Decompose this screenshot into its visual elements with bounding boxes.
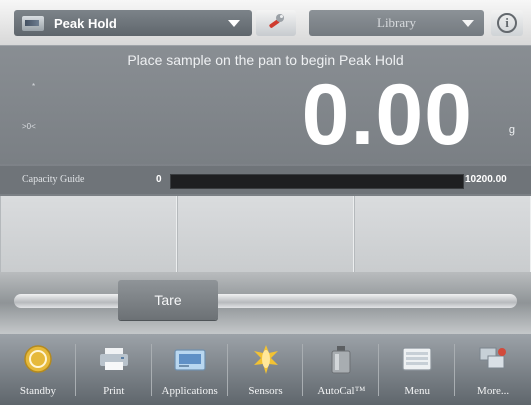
capacity-guide: Capacity Guide 0 10200.00 [0, 166, 531, 194]
application-icon [22, 15, 44, 31]
reference-fields [0, 196, 531, 272]
info-icon: i [497, 13, 517, 33]
capacity-max: 10200.00 [465, 174, 507, 185]
nav-sensors[interactable]: Sensors [228, 334, 304, 405]
capacity-bar [170, 174, 464, 189]
weight-display: Place sample on the pan to begin Peak Ho… [0, 46, 531, 164]
nav-standby-label: Standby [19, 385, 56, 397]
info-button[interactable]: i [491, 10, 523, 36]
wrench-icon [265, 12, 287, 34]
capacity-min: 0 [156, 174, 162, 185]
application-label: Peak Hold [54, 15, 117, 31]
nav-menu-label: Menu [404, 385, 431, 397]
nav-standby[interactable]: Standby [0, 334, 76, 405]
nav-more-label: More... [477, 385, 510, 397]
reference-field-2 [177, 196, 354, 272]
nav-print-label: Print [103, 385, 125, 397]
tare-button[interactable]: Tare [118, 280, 218, 320]
balance-screen: Peak Hold Library i Place sample on the … [0, 0, 531, 405]
library-label: Library [377, 15, 416, 30]
reference-field-3 [354, 196, 531, 272]
bottom-nav: Standby Print Applications Sensors AutoC… [0, 334, 531, 405]
weight-readout: 0.00 [301, 67, 473, 163]
printer-icon [97, 344, 131, 378]
applications-icon [173, 344, 207, 378]
chevron-down-icon [228, 20, 240, 27]
reference-field-1 [0, 196, 177, 272]
nav-autocal[interactable]: AutoCal™ [303, 334, 380, 405]
nav-menu[interactable]: Menu [379, 334, 456, 405]
nav-sensors-label: Sensors [248, 385, 283, 397]
more-icon [476, 344, 510, 378]
weight-unit[interactable]: g [509, 124, 515, 136]
nav-print[interactable]: Print [76, 334, 152, 405]
nav-more[interactable]: More... [455, 334, 531, 405]
library-dropdown[interactable]: Library [309, 10, 484, 36]
nav-applications-label: Applications [161, 385, 218, 397]
center-zero-indicator: >0< [22, 122, 36, 131]
application-dropdown[interactable]: Peak Hold [14, 10, 252, 36]
top-bar: Peak Hold Library i [0, 0, 531, 46]
nav-autocal-label: AutoCal™ [317, 385, 366, 397]
tool-button[interactable] [256, 10, 296, 36]
stable-indicator: * [32, 82, 36, 91]
capacity-guide-label: Capacity Guide [22, 174, 85, 185]
action-strip: Tare [0, 272, 531, 334]
chevron-down-icon [462, 20, 474, 27]
autocal-icon [327, 344, 355, 380]
standby-icon [23, 344, 53, 378]
sensors-icon [251, 344, 281, 380]
menu-icon [400, 344, 434, 378]
nav-applications[interactable]: Applications [152, 334, 228, 405]
